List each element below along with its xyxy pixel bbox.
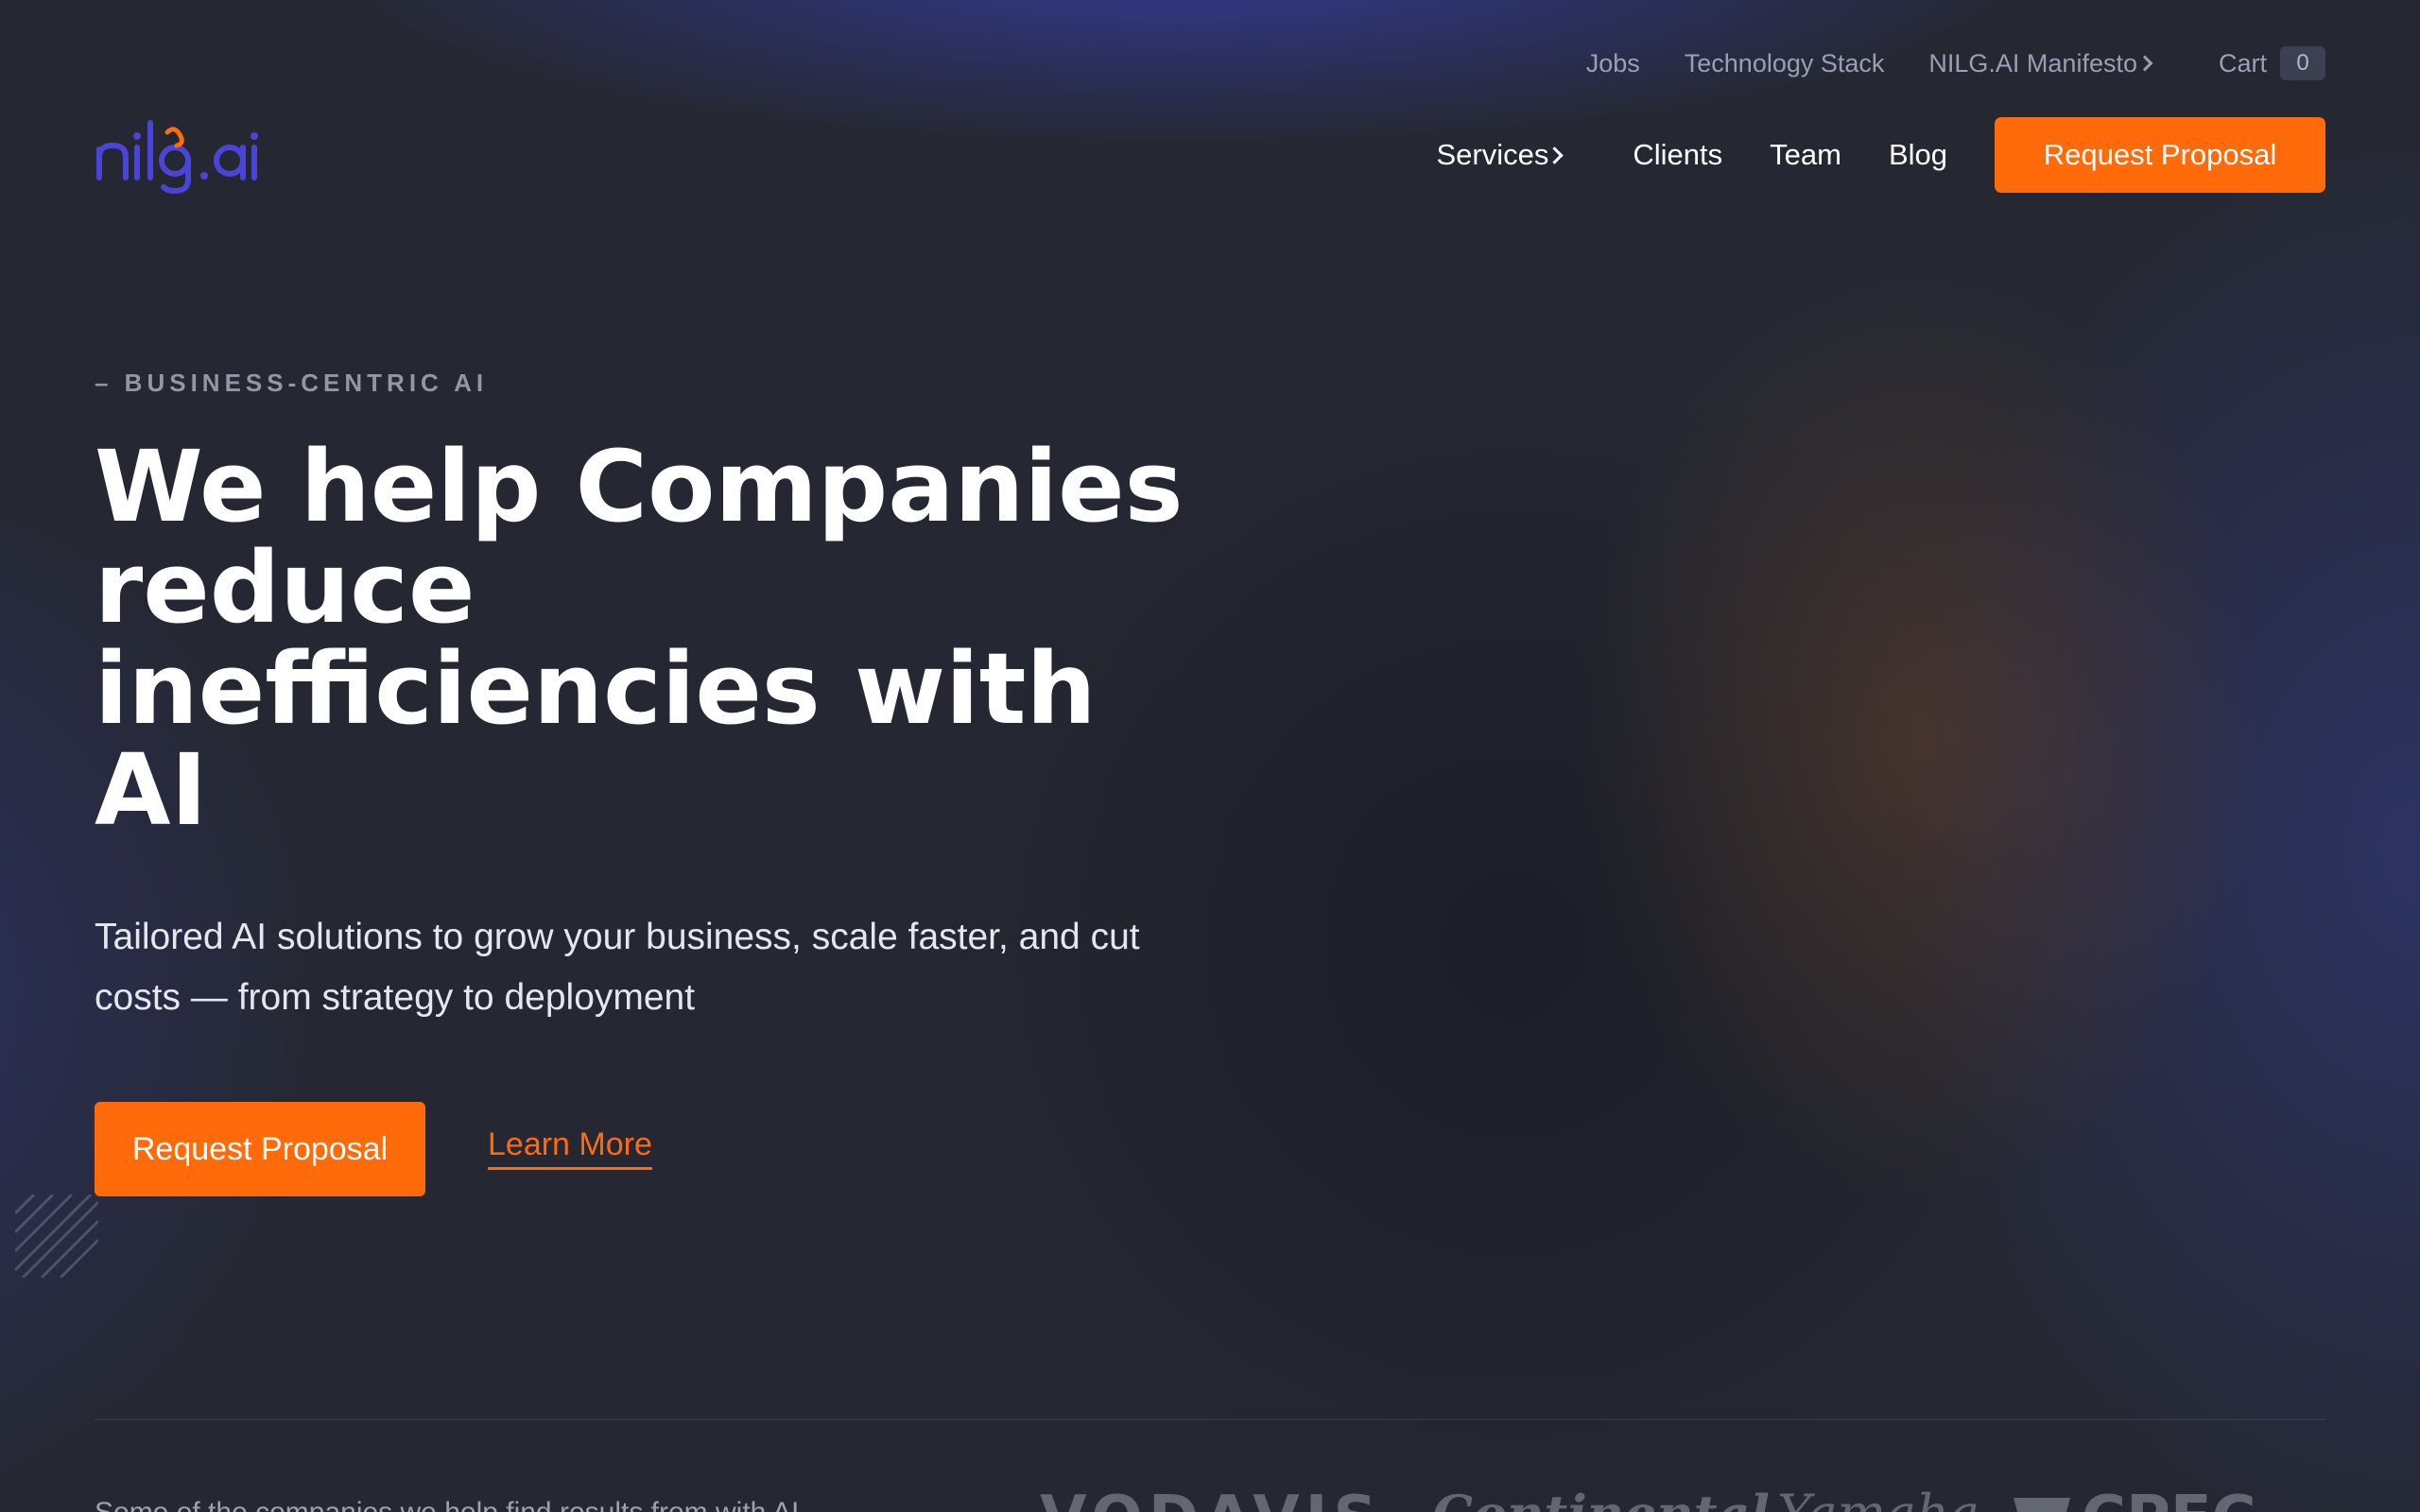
hero-headline: We help Companies reduce inefficiencies …	[95, 429, 1184, 848]
hero-eyebrow: – BUSINESS-CENTRIC AI	[95, 369, 489, 397]
client-logo-continental: Continental	[1432, 1484, 1770, 1512]
logo-mark	[96, 120, 258, 195]
nav-link-technology-stack[interactable]: Technology Stack	[1685, 49, 1885, 78]
cpec-mark-icon	[2014, 1498, 2070, 1512]
nav-link-jobs[interactable]: Jobs	[1586, 49, 1640, 78]
diagonal-stripes-decoration	[15, 1194, 98, 1278]
cart-label: Cart	[2218, 48, 2267, 77]
services-label: Services	[1436, 138, 1549, 171]
cart-count-badge: 0	[2280, 46, 2325, 80]
nav-link-blog[interactable]: Blog	[1889, 138, 1947, 172]
client-logo-vodavis: VODAVIS	[1040, 1484, 1383, 1512]
nav-link-clients[interactable]: Clients	[1633, 138, 1722, 172]
cart-button[interactable]: Cart 0	[2219, 46, 2325, 80]
landing-page: Jobs Technology Stack NILG.AI Manifesto …	[0, 0, 2420, 1512]
hero-subhead: Tailored AI solutions to grow your busin…	[95, 917, 1140, 1018]
learn-more-link[interactable]: Learn More	[488, 1126, 652, 1170]
utility-nav: Jobs Technology Stack NILG.AI Manifesto …	[1586, 46, 2325, 80]
chevron-right-icon	[1546, 146, 1564, 164]
cpec-label: CPEC	[2082, 1484, 2256, 1512]
client-logo-yamaha: Yamaha	[1777, 1484, 1979, 1512]
header-request-proposal-button[interactable]: Request Proposal	[1995, 117, 2325, 193]
manifesto-label: NILG.AI Manifesto	[1928, 48, 2137, 77]
nilg-ai-logo[interactable]	[94, 112, 259, 197]
clients-intro-text: Some of the companies we help find resul…	[95, 1497, 799, 1512]
section-divider	[95, 1418, 2325, 1420]
nav-link-team[interactable]: Team	[1770, 138, 1841, 172]
client-logo-cpec: CPEC	[2014, 1484, 2256, 1512]
nav-link-manifesto[interactable]: NILG.AI Manifesto	[1928, 48, 2153, 78]
main-nav: Services Clients Team Blog Request Propo…	[1436, 117, 2325, 193]
hero-request-proposal-button[interactable]: Request Proposal	[95, 1102, 425, 1196]
nav-link-services[interactable]: Services	[1436, 138, 1564, 172]
chevron-right-icon	[2136, 55, 2153, 72]
